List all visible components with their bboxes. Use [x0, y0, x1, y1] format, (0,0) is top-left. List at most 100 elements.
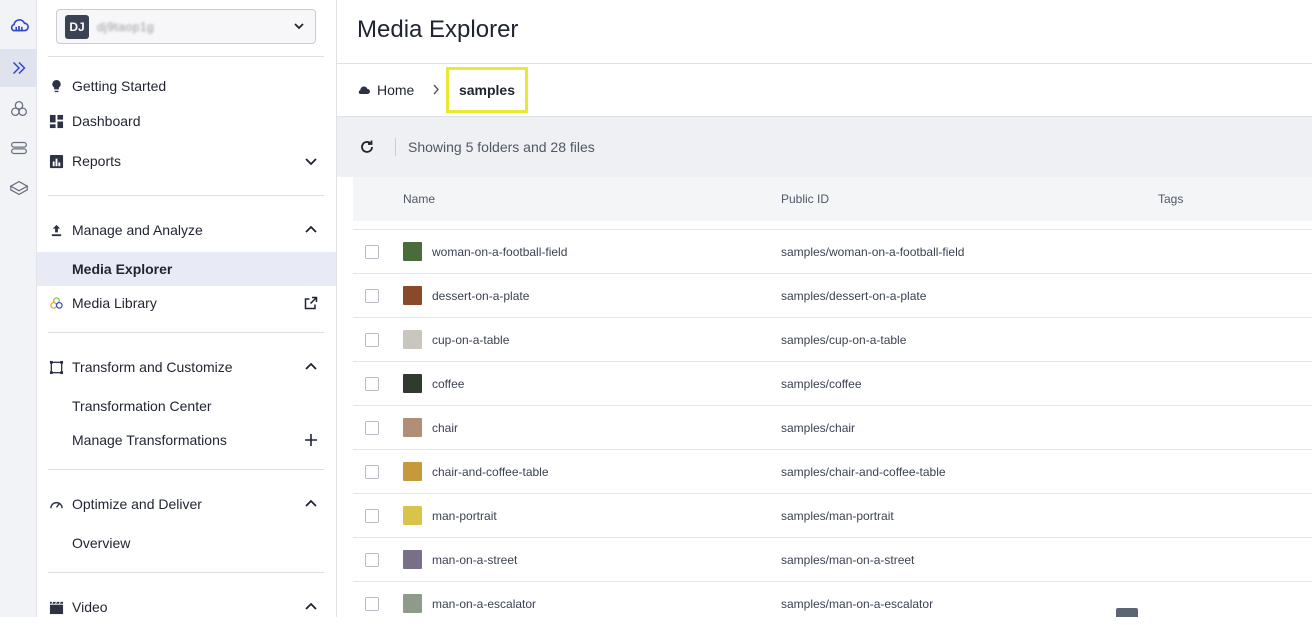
nav-label: Getting Started: [72, 78, 167, 94]
pipeline-icon[interactable]: [0, 129, 37, 167]
feedback-tab[interactable]: [1116, 608, 1138, 617]
external-link-icon[interactable]: [304, 296, 318, 310]
thumbnail: [403, 506, 422, 525]
nav-optimize-deliver[interactable]: Optimize and Deliver: [37, 494, 336, 514]
asset-public-id: samples/man-on-a-street: [781, 553, 915, 567]
nav-media-explorer[interactable]: Media Explorer: [37, 252, 336, 286]
clapper-icon: [48, 599, 64, 615]
divider: [48, 572, 324, 573]
row-checkbox[interactable]: [365, 333, 379, 347]
asset-name[interactable]: dessert-on-a-plate: [432, 289, 529, 303]
thumbnail: [403, 550, 422, 569]
table-row[interactable]: cup-on-a-table samples/cup-on-a-table: [353, 317, 1312, 361]
chevron-down-icon: [294, 23, 304, 30]
row-checkbox[interactable]: [365, 245, 379, 259]
table-row[interactable]: chair-and-coffee-table samples/chair-and-…: [353, 449, 1312, 493]
asset-public-id: samples/chair-and-coffee-table: [781, 465, 946, 479]
nav-media-library[interactable]: Media Library: [37, 293, 336, 313]
asset-name[interactable]: cup-on-a-table: [432, 333, 509, 347]
nav-overview[interactable]: Overview: [37, 533, 336, 553]
double-chevron-icon[interactable]: [0, 49, 37, 87]
column-header-tags[interactable]: Tags: [1158, 192, 1183, 206]
asset-name[interactable]: chair-and-coffee-table: [432, 465, 549, 479]
nav-reports[interactable]: Reports: [37, 151, 336, 171]
transform-icon: [48, 359, 64, 375]
nav-label: Media Explorer: [72, 261, 173, 277]
row-checkbox[interactable]: [365, 597, 379, 611]
chevron-up-icon[interactable]: [304, 360, 318, 374]
thumbnail: [403, 286, 422, 305]
table-row[interactable]: dessert-on-a-plate samples/dessert-on-a-p…: [353, 273, 1312, 317]
asset-name[interactable]: man-on-a-escalator: [432, 597, 536, 611]
nav-label: Dashboard: [72, 113, 141, 129]
refresh-icon[interactable]: [359, 139, 375, 155]
asset-name[interactable]: man-on-a-street: [432, 553, 517, 567]
asset-name[interactable]: chair: [432, 421, 458, 435]
nav-getting-started[interactable]: Getting Started: [37, 76, 336, 96]
row-checkbox[interactable]: [365, 421, 379, 435]
cloud-icon: [358, 86, 370, 94]
nav-label: Transform and Customize: [72, 359, 233, 375]
table-row[interactable]: man-portrait samples/man-portrait: [353, 493, 1312, 537]
main-content: Media Explorer Home samples Showing 5 fo…: [337, 0, 1312, 617]
thumbnail: [403, 462, 422, 481]
row-checkbox[interactable]: [365, 289, 379, 303]
cloud-logo-icon[interactable]: [0, 7, 37, 45]
plus-icon[interactable]: [304, 433, 318, 447]
bar-chart-icon: [48, 153, 64, 169]
chevron-up-icon[interactable]: [304, 223, 318, 237]
divider: [395, 138, 396, 156]
table-row[interactable]: man-on-a-street samples/man-on-a-street: [353, 537, 1312, 581]
table-row[interactable]: coffee samples/coffee: [353, 361, 1312, 405]
lightbulb-icon: [48, 78, 64, 94]
thumbnail: [403, 330, 422, 349]
row-checkbox[interactable]: [365, 377, 379, 391]
asset-name[interactable]: coffee: [432, 377, 464, 391]
table-row[interactable]: woman-on-a-football-field samples/woman-o…: [353, 229, 1312, 273]
nav-label: Manage and Analyze: [72, 222, 203, 238]
table-row[interactable]: chair samples/chair: [353, 405, 1312, 449]
chevron-up-icon[interactable]: [304, 600, 318, 614]
asset-name[interactable]: woman-on-a-football-field: [432, 245, 567, 259]
chevron-down-icon[interactable]: [304, 154, 318, 168]
upload-icon: [48, 222, 64, 238]
nav-dashboard[interactable]: Dashboard: [37, 111, 336, 131]
breadcrumb-home-label: Home: [377, 82, 415, 98]
page-title: Media Explorer: [357, 16, 519, 43]
asset-public-id: samples/cup-on-a-table: [781, 333, 907, 347]
asset-public-id: samples/chair: [781, 421, 856, 435]
nav-transform-customize[interactable]: Transform and Customize: [37, 357, 336, 377]
breadcrumb-home[interactable]: Home: [357, 82, 414, 98]
asset-public-id: samples/coffee: [781, 377, 862, 391]
divider: [48, 469, 324, 470]
divider: [48, 56, 324, 57]
nav-video[interactable]: Video: [37, 597, 336, 617]
chevron-up-icon[interactable]: [304, 497, 318, 511]
nav-label: Transformation Center: [72, 398, 212, 414]
items-summary: Showing 5 folders and 28 files: [408, 139, 595, 155]
gauge-icon: [48, 496, 64, 512]
asset-public-id: samples/man-portrait: [781, 509, 894, 523]
toolbar: Showing 5 folders and 28 files: [337, 117, 1312, 177]
nav-transformation-center[interactable]: Transformation Center: [37, 396, 336, 416]
nav-manage-transformations[interactable]: Manage Transformations: [37, 430, 336, 450]
box-icon[interactable]: [0, 169, 37, 207]
dashboard-icon: [48, 113, 64, 129]
row-checkbox[interactable]: [365, 509, 379, 523]
nav-manage-analyze[interactable]: Manage and Analyze: [37, 220, 336, 240]
row-checkbox[interactable]: [365, 553, 379, 567]
nav-label: Media Library: [72, 295, 157, 311]
thumbnail: [403, 374, 422, 393]
icon-rail: [0, 0, 37, 617]
table-row[interactable]: man-on-a-escalator samples/man-on-a-escal…: [353, 581, 1312, 625]
asset-name[interactable]: man-portrait: [432, 509, 497, 523]
column-header-name[interactable]: Name: [403, 192, 435, 206]
column-header-public-id[interactable]: Public ID: [781, 192, 829, 206]
breadcrumb-current[interactable]: samples: [446, 67, 528, 113]
assets-icon[interactable]: [0, 90, 37, 128]
asset-public-id: samples/dessert-on-a-plate: [781, 289, 927, 303]
divider: [48, 332, 324, 333]
account-selector[interactable]: DJ dj9taop1g: [56, 9, 316, 44]
nav-label: Reports: [72, 153, 122, 169]
row-checkbox[interactable]: [365, 465, 379, 479]
